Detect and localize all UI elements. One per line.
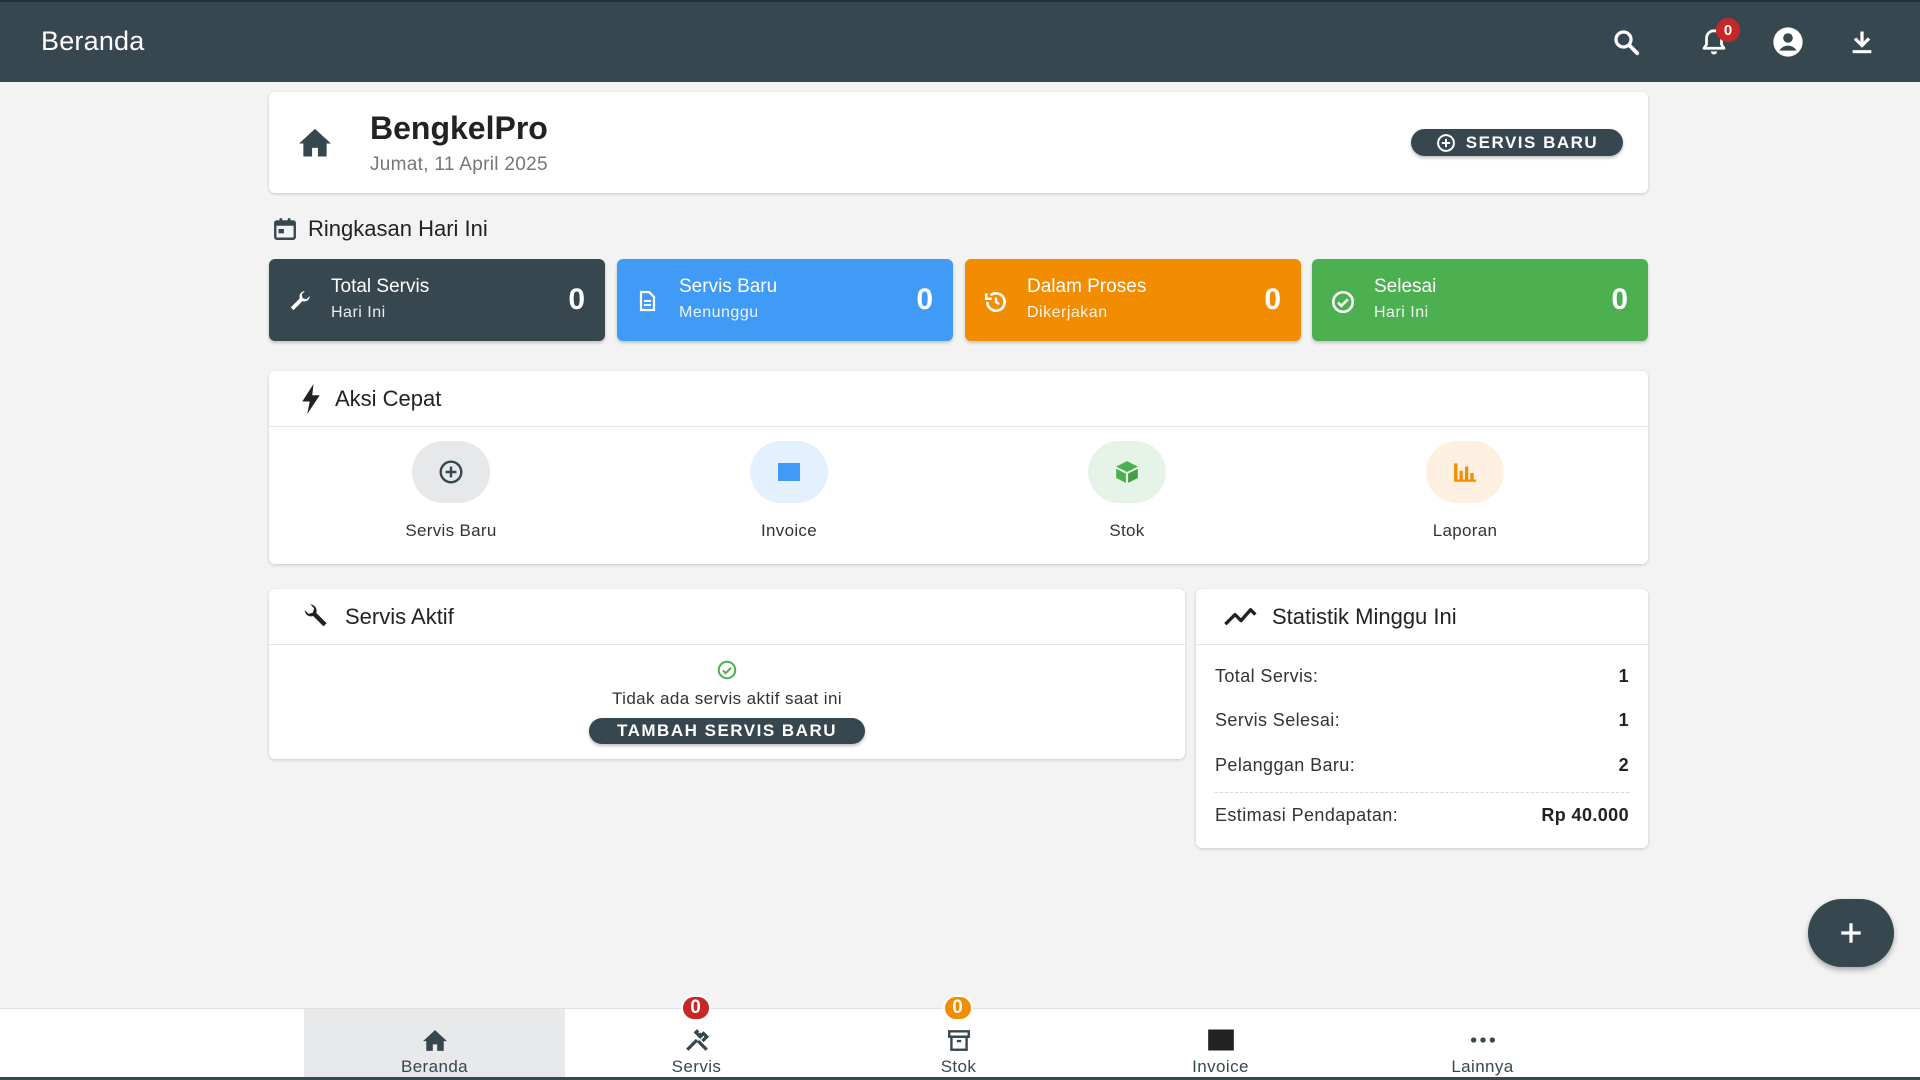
tile-value: 0 <box>916 283 933 316</box>
stat-value: 2 <box>1618 755 1629 775</box>
brand-name: BengkelPro <box>370 110 548 146</box>
current-date: Jumat, 11 April 2025 <box>370 154 548 175</box>
new-service-button[interactable]: SERVIS BARU <box>1411 129 1623 156</box>
nav-item-lainnya[interactable]: Lainnya <box>1352 1009 1613 1080</box>
calendar-icon <box>272 216 298 242</box>
tile-label: Total Servis <box>331 276 430 297</box>
weekly-stats-title: Statistik Minggu Ini <box>1272 603 1457 629</box>
home-icon <box>421 1025 449 1055</box>
nav-label: Invoice <box>1192 1057 1249 1076</box>
tile-value: 0 <box>1611 283 1628 316</box>
account-icon[interactable] <box>1770 24 1806 60</box>
quick-action-label: Servis Baru <box>405 521 497 540</box>
nav-item-invoice[interactable]: Invoice <box>1090 1009 1351 1080</box>
revenue-value: Rp 40.000 <box>1541 805 1629 825</box>
stat-row: Servis Selesai: 1 <box>1215 710 1629 731</box>
tile-label: Selesai <box>1374 276 1437 297</box>
wrench-icon <box>287 289 313 315</box>
box-icon <box>1088 441 1166 503</box>
check-circle-icon <box>716 659 738 681</box>
tile-label: Dalam Proses <box>1027 276 1147 297</box>
quick-actions-header: Aksi Cepat <box>269 371 1648 427</box>
stat-value: 1 <box>1618 710 1629 730</box>
nav-label: Stok <box>940 1057 977 1076</box>
tile-value: 0 <box>568 283 585 316</box>
search-icon[interactable] <box>1608 24 1644 60</box>
download-icon[interactable] <box>1844 24 1880 60</box>
servis-badge: 0 <box>680 995 711 1021</box>
nav-item-servis[interactable]: 0 Servis <box>566 995 827 1080</box>
trending-icon <box>1222 605 1260 629</box>
tile-sub: Hari Ini <box>331 304 386 321</box>
tile-sub: Menunggu <box>679 304 759 321</box>
page-title: Beranda <box>41 26 145 56</box>
weekly-stats-header: Statistik Minggu Ini <box>1196 589 1648 645</box>
plus-icon <box>1838 920 1864 946</box>
archive-icon: 0 <box>942 995 973 1055</box>
tools-icon: 0 <box>680 995 711 1055</box>
weekly-stats-card: Statistik Minggu Ini Total Servis: 1 Ser… <box>1196 589 1648 848</box>
empty-state-text: Tidak ada servis aktif saat ini <box>611 689 843 708</box>
tile-label: Servis Baru <box>679 276 778 297</box>
bar-chart-icon <box>1426 441 1504 503</box>
stat-value: 1 <box>1618 666 1629 686</box>
tile-sub: Hari Ini <box>1374 304 1429 321</box>
active-services-header: Servis Aktif <box>269 589 1185 645</box>
stat-row: Total Servis: 1 <box>1215 666 1629 687</box>
notification-badge: 0 <box>1716 18 1740 42</box>
active-services-card: Servis Aktif Tidak ada servis aktif saat… <box>269 589 1185 759</box>
invoice-icon <box>750 441 828 503</box>
nav-label: Lainnya <box>1451 1057 1514 1076</box>
nav-item-stok[interactable]: 0 Stok <box>828 995 1089 1080</box>
app-bar: Beranda 0 <box>0 0 1920 82</box>
quick-actions-card: Aksi Cepat Servis Baru Invoice Stok Lapo… <box>269 371 1648 564</box>
quick-action-label: Stok <box>1109 521 1145 540</box>
bolt-icon <box>299 383 323 414</box>
nav-item-beranda[interactable]: Beranda <box>304 1009 565 1080</box>
document-icon <box>635 289 659 313</box>
quick-action-stok[interactable]: Stok <box>1047 441 1207 541</box>
stat-label: Servis Selesai: <box>1215 710 1341 730</box>
home-icon <box>297 126 333 158</box>
quick-actions-title: Aksi Cepat <box>335 385 442 411</box>
add-circle-icon <box>1436 133 1456 153</box>
add-circle-icon <box>412 441 490 503</box>
tile-servis-baru[interactable]: Servis Baru Menunggu 0 <box>617 259 953 341</box>
nav-label: Beranda <box>400 1057 469 1076</box>
stok-badge: 0 <box>942 995 973 1021</box>
new-service-label: SERVIS BARU <box>1465 132 1599 152</box>
stat-label: Total Servis: <box>1215 666 1319 686</box>
divider <box>1215 792 1629 793</box>
nav-label: Servis <box>671 1057 722 1076</box>
revenue-row: Estimasi Pendapatan: Rp 40.000 <box>1215 805 1629 826</box>
invoice-icon <box>1207 1025 1235 1055</box>
stat-label: Pelanggan Baru: <box>1215 755 1356 775</box>
quick-action-label: Laporan <box>1432 521 1498 540</box>
more-icon <box>1469 1025 1497 1055</box>
wrench-icon <box>299 602 333 632</box>
check-circle-icon <box>1330 289 1356 315</box>
summary-title: Ringkasan Hari Ini <box>272 216 488 242</box>
bell-icon[interactable]: 0 <box>1696 18 1740 60</box>
revenue-label: Estimasi Pendapatan: <box>1215 805 1399 825</box>
tile-total-servis[interactable]: Total Servis Hari Ini 0 <box>269 259 605 341</box>
stat-row: Pelanggan Baru: 2 <box>1215 755 1629 776</box>
empty-state: Tidak ada servis aktif saat ini TAMBAH S… <box>269 659 1185 744</box>
add-service-button[interactable]: TAMBAH SERVIS BARU <box>589 718 865 744</box>
add-fab-button[interactable] <box>1808 899 1894 967</box>
quick-action-invoice[interactable]: Invoice <box>709 441 869 541</box>
tile-dalam-proses[interactable]: Dalam Proses Dikerjakan 0 <box>965 259 1301 341</box>
quick-action-laporan[interactable]: Laporan <box>1385 441 1545 541</box>
tile-selesai[interactable]: Selesai Hari Ini 0 <box>1312 259 1648 341</box>
summary-title-text: Ringkasan Hari Ini <box>308 216 488 241</box>
tile-value: 0 <box>1264 283 1281 316</box>
tile-sub: Dikerjakan <box>1027 304 1108 321</box>
header-card: BengkelPro Jumat, 11 April 2025 SERVIS B… <box>269 92 1648 193</box>
quick-action-label: Invoice <box>761 521 817 540</box>
progress-icon <box>983 289 1009 315</box>
bottom-navigation: Beranda 0 Servis 0 Stok Invoice Lainnya <box>0 995 1920 1080</box>
active-services-title: Servis Aktif <box>345 603 454 629</box>
quick-action-servis-baru[interactable]: Servis Baru <box>371 441 531 541</box>
